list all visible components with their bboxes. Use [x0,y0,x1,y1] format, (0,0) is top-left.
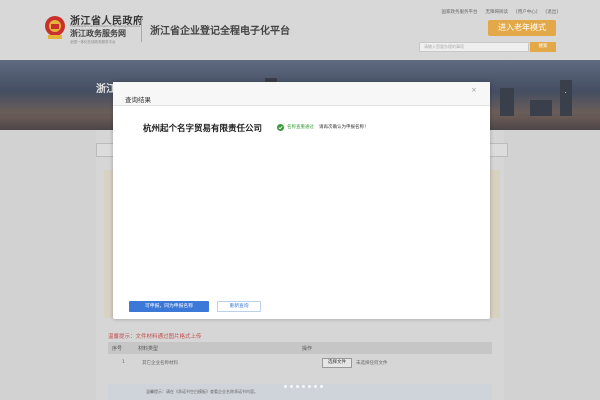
national-emblem-icon [45,16,65,39]
dialog-header: 查询结果 × [113,82,490,106]
carousel-dot[interactable] [302,385,305,388]
banner-building [530,100,552,116]
company-name: 杭州起个名字贸易有限责任公司 [143,124,263,134]
table-row: 1 其它企业名称材料 未选择任何文件 [108,356,492,370]
row-index: 1 [122,360,125,365]
service-subtitle: 全国一体化在线政务服务平台 [70,40,116,44]
top-link-accessibility[interactable]: 无障碍阅读 [485,9,508,15]
status-passed-text: 名称查重通过 [287,125,314,130]
service-title[interactable]: 浙江政务服务网 [70,28,126,39]
query-result-dialog: 查询结果 × 杭州起个名字贸易有限责任公司 名称查重通过 请再次确认为申报名称！… [113,82,490,319]
header-divider [141,18,142,42]
materials-table-header: 序号 材料类型 操作 [108,342,492,354]
carousel-dot[interactable] [284,385,287,388]
table-header-action: 操作 [302,346,313,352]
top-link-national-platform[interactable]: 国家政务服务平台 [441,9,477,15]
close-icon[interactable]: × [471,86,477,94]
requery-button[interactable]: 重新查询 [217,301,261,312]
choose-file-button[interactable]: 选择文件 [322,358,352,368]
row-file-status: 未选择任何文件 [356,361,388,366]
status-message: 请再次确认为申报名称！ [319,125,369,130]
carousel-dot[interactable] [320,385,323,388]
top-links: 国家政务服务平台 无障碍阅读 [用户中心] [退出] [441,9,558,15]
carousel-dot[interactable] [314,385,317,388]
banner-building [560,80,572,116]
dialog-title: 查询结果 [125,96,151,104]
platform-title: 浙江省企业登记全程电子化平台 [150,26,290,37]
carousel-dot[interactable] [308,385,311,388]
carousel-dots[interactable] [284,385,323,388]
carousel-dot[interactable] [290,385,293,388]
check-circle-icon [277,124,284,131]
table-header-material: 材料类型 [138,346,159,352]
search-button[interactable]: 搜索 [530,42,556,52]
site-header: 浙江省人民政府 The People's Government of Zheji… [0,0,600,60]
confirm-apply-button[interactable]: 可申报，同为申报名称 [129,301,209,312]
banner-light [565,92,566,93]
table-header-index: 序号 [112,346,123,352]
top-link-user-center[interactable]: [用户中心] [516,9,538,15]
banner-building [500,88,514,116]
carousel-dot[interactable] [296,385,299,388]
search-input[interactable]: 请输入您要办理的事项 [419,42,529,52]
elder-mode-button[interactable]: 进入老年模式 [488,20,556,36]
row-material: 其它企业名称材料 [142,361,178,366]
upload-warning: 温馨提示：文件材料通过图片格式上传 [108,334,202,340]
top-link-logout[interactable]: [退出] [545,9,558,15]
